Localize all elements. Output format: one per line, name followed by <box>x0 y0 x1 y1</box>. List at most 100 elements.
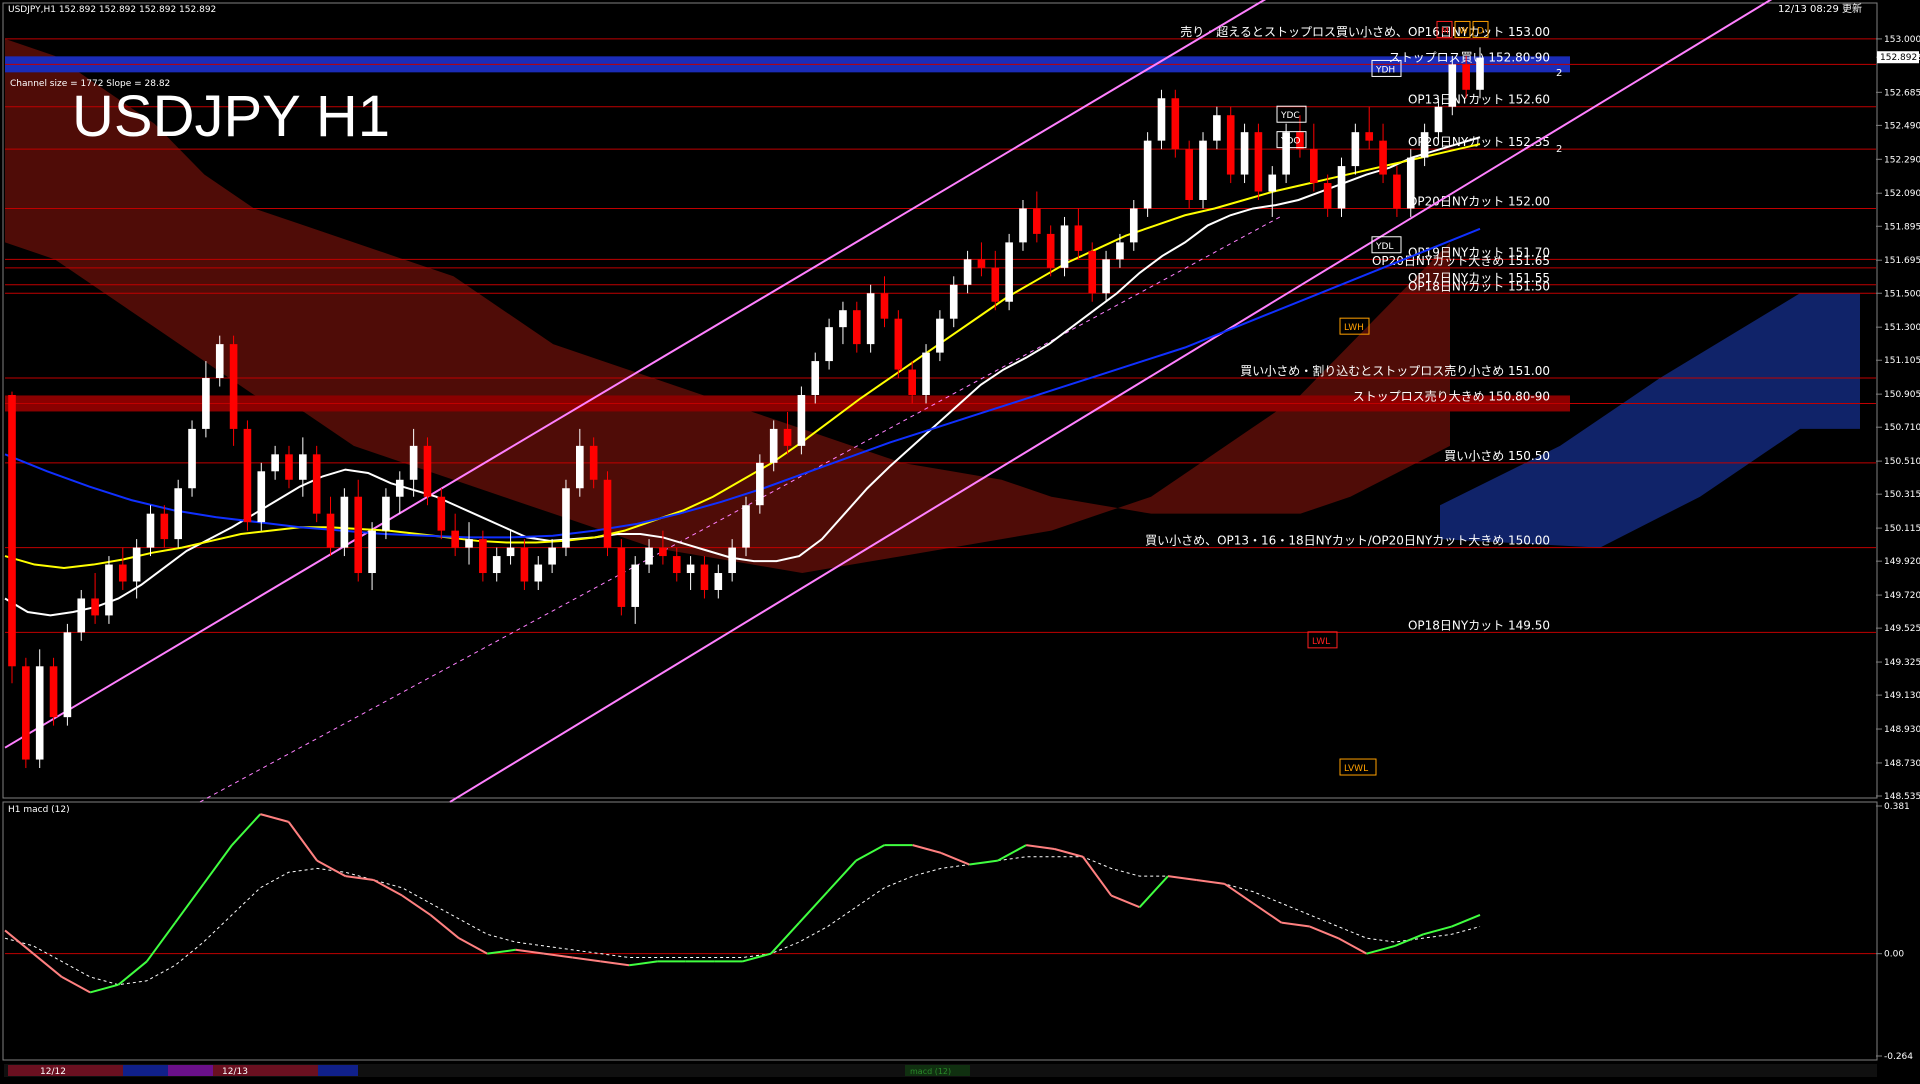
candle-body <box>1240 132 1249 175</box>
candle-body <box>548 547 556 565</box>
y-tick-label: 149.920 <box>1884 557 1920 567</box>
chart-canvas[interactable]: 153.000 152.892 152.685 152.490 152.290 152.0… <box>0 0 1920 1080</box>
candle-body <box>783 428 792 446</box>
y-tick-label: 148.535 <box>1884 792 1920 802</box>
macd-y-tick-label: -0.264 <box>1884 1052 1913 1062</box>
candle-body <box>742 505 750 548</box>
level-label: OP13日NYカット 152.60 <box>1408 93 1550 107</box>
candle-body <box>1213 115 1221 141</box>
candle-body <box>1074 225 1083 251</box>
candle-body <box>839 310 847 328</box>
candle-body <box>312 454 321 514</box>
candle-body <box>506 547 515 557</box>
candle-body <box>63 632 72 718</box>
candle-body <box>1393 174 1401 209</box>
candle-body <box>395 479 404 497</box>
y-tick-label: 152.490 <box>1884 121 1920 131</box>
candle-body <box>202 378 210 429</box>
candle-body <box>894 318 903 370</box>
candle-body <box>132 547 141 582</box>
candle-body <box>811 361 820 395</box>
candle-body <box>769 428 778 463</box>
candle-body <box>382 496 390 531</box>
candle-body <box>880 293 889 319</box>
candle-body <box>1157 98 1166 141</box>
y-tick-label: 152.090 <box>1884 189 1920 199</box>
candle-body <box>963 259 972 285</box>
indicator-tab-label: macd (12) <box>910 1067 951 1076</box>
y-tick-label: 151.500 <box>1884 289 1920 299</box>
candle-body <box>617 547 626 607</box>
candle-body <box>603 479 612 548</box>
candle-body <box>589 445 598 480</box>
day-band-5 <box>318 1065 358 1076</box>
candle-body <box>1185 149 1193 200</box>
candle-body <box>1310 149 1318 184</box>
level-label: OP18日NYカット 151.50 <box>1408 279 1550 293</box>
macd-y-tick-label: 0.00 <box>1884 950 1904 960</box>
y-tick-label: 148.930 <box>1884 725 1920 735</box>
candle-body <box>645 547 653 565</box>
candle-body <box>1448 64 1457 107</box>
marker-label: LWH <box>1344 323 1364 333</box>
candle-body <box>534 564 543 582</box>
candle-body <box>160 513 169 540</box>
candle-body <box>562 488 570 548</box>
y-tick-label: 150.710 <box>1884 423 1920 433</box>
candle-body <box>243 428 252 523</box>
candle-body <box>299 454 307 480</box>
candle-body <box>949 284 958 319</box>
candle-body <box>368 530 376 574</box>
candle-body <box>229 344 238 429</box>
candle-body <box>465 539 473 548</box>
marker-label: D <box>1477 26 1484 36</box>
candle-body <box>756 462 764 506</box>
candle-body <box>700 564 709 590</box>
level-label: ストップロス買い 152.80-90 <box>1389 50 1550 64</box>
candle-body <box>49 666 58 718</box>
candle-body <box>1406 157 1415 209</box>
candle-body <box>91 598 99 616</box>
candle-body <box>285 454 293 480</box>
candle-body <box>77 598 86 633</box>
candle-body <box>1046 233 1055 268</box>
candle-body <box>146 513 155 548</box>
candle-body <box>1254 132 1263 192</box>
fibo-mark: 2 <box>1556 144 1562 155</box>
candle-body <box>866 293 875 345</box>
candle-body <box>1143 140 1152 209</box>
candle-body <box>437 496 446 531</box>
candle-body <box>215 344 224 379</box>
candle-body <box>354 496 363 574</box>
candle-body <box>257 471 266 523</box>
candle-body <box>8 394 16 667</box>
candle-body <box>825 327 833 362</box>
candle-body <box>1129 208 1138 243</box>
marker-label: YDH <box>1375 65 1395 75</box>
level-label: 買い小さめ、OP13・16・18日NYカット/OP20日NYカット大きめ 150… <box>1145 534 1550 548</box>
y-tick-label: 151.300 <box>1884 323 1920 333</box>
chart-root: 153.000 152.892 152.685 152.490 152.290 152.0… <box>0 0 1920 1080</box>
candle-body <box>35 666 44 760</box>
marker-label: W <box>1459 26 1468 36</box>
candle-body <box>852 310 861 345</box>
candle-body <box>1060 225 1069 268</box>
candle-body <box>1420 132 1429 158</box>
candle-body <box>188 428 196 489</box>
candle-body <box>714 573 723 590</box>
candle-body <box>686 564 695 574</box>
y-tick-label: 150.315 <box>1884 490 1920 500</box>
fibo-mark: 2 <box>1556 68 1562 79</box>
candle-body <box>1226 115 1235 175</box>
marker-label: LWL <box>1312 637 1330 647</box>
day-band-3 <box>168 1065 213 1076</box>
candle-body <box>1462 64 1470 90</box>
candle-body <box>1351 132 1360 167</box>
date-label-2: 12/13 <box>222 1067 248 1077</box>
y-tick-label: 151.695 <box>1884 256 1920 266</box>
candle-body <box>409 445 418 480</box>
candle-body <box>423 445 432 497</box>
candle-body <box>118 564 127 582</box>
candle-body <box>631 564 640 607</box>
candle-body <box>1476 57 1484 90</box>
